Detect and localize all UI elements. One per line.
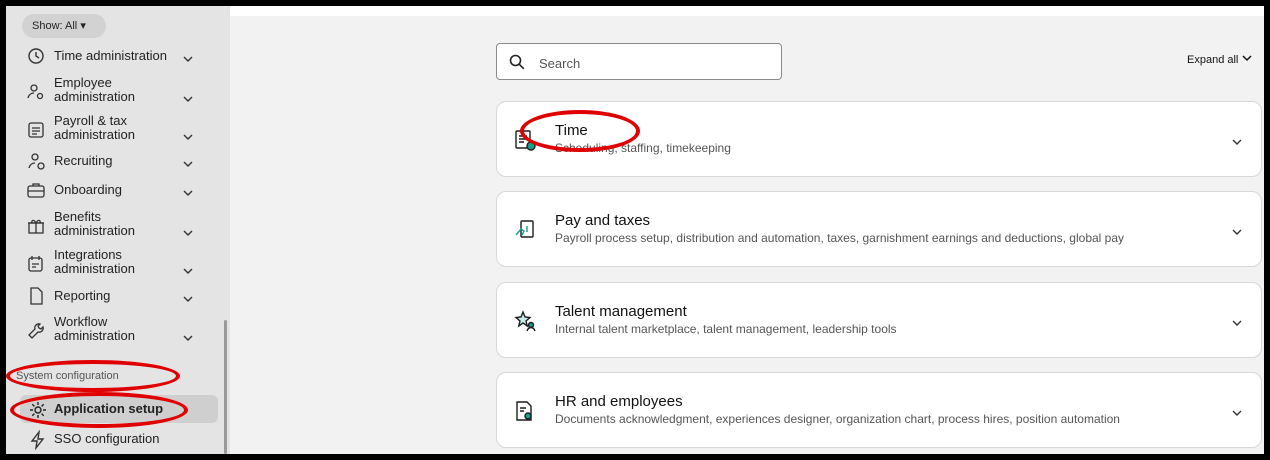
sidebar-item-application-setup[interactable]: Application setup bbox=[20, 395, 218, 423]
expand-all-button[interactable]: Expand all bbox=[1187, 53, 1252, 66]
card-pay-and-taxes[interactable]: Pay and taxes Payroll process setup, dis… bbox=[496, 191, 1262, 267]
card-subtitle: Internal talent marketplace, talent mana… bbox=[555, 322, 897, 336]
chevron-down-icon[interactable] bbox=[1231, 406, 1243, 418]
chevron-down-icon[interactable] bbox=[183, 91, 193, 102]
sidebar-item-label: Employee administration bbox=[54, 75, 135, 104]
chevron-down-icon[interactable] bbox=[183, 185, 193, 196]
file-icon bbox=[26, 286, 46, 306]
integrations-icon bbox=[26, 254, 46, 274]
sidebar-item-reporting[interactable]: Reporting bbox=[6, 286, 230, 306]
sidebar-item-benefits-administration[interactable]: Benefits administration bbox=[6, 210, 230, 240]
chevron-down-icon[interactable] bbox=[183, 225, 193, 236]
sidebar-item-label: Reporting bbox=[54, 288, 111, 303]
sidebar-item-payroll-tax[interactable]: Payroll & tax administration bbox=[6, 114, 230, 144]
sidebar-item-employee-administration[interactable]: Employee administration bbox=[6, 76, 230, 106]
card-title: Talent management bbox=[555, 303, 687, 320]
sidebar-item-recruiting[interactable]: Recruiting bbox=[6, 151, 230, 171]
sidebar-item-label: SSO configuration bbox=[54, 431, 160, 446]
show-filter-dropdown[interactable]: Show: All ▾ bbox=[22, 14, 106, 38]
sidebar-item-integrations-administration[interactable]: Integrations administration bbox=[6, 248, 230, 278]
card-title: Time bbox=[555, 122, 588, 139]
sidebar-item-label: Time administration bbox=[54, 48, 167, 63]
card-subtitle: Payroll process setup, distribution and … bbox=[555, 231, 1125, 245]
chevron-down-icon[interactable] bbox=[183, 156, 193, 167]
people-gear-icon bbox=[26, 82, 46, 102]
sidebar-item-onboarding[interactable]: Onboarding bbox=[6, 180, 230, 200]
card-hr-and-employees[interactable]: HR and employees Documents acknowledgmen… bbox=[496, 372, 1262, 448]
card-time[interactable]: Time Scheduling, staffing, timekeeping bbox=[496, 101, 1262, 177]
hr-document-icon bbox=[513, 399, 537, 423]
card-title: Pay and taxes bbox=[555, 212, 651, 229]
sidebar-item-label: Recruiting bbox=[54, 153, 113, 168]
sidebar-item-label: Onboarding bbox=[54, 182, 122, 197]
clock-admin-icon bbox=[26, 46, 46, 66]
gift-icon bbox=[26, 216, 46, 236]
chevron-down-icon[interactable] bbox=[183, 129, 193, 140]
sidebar-item-workflow-administration[interactable]: Workflow administration bbox=[6, 315, 230, 345]
card-title: HR and employees bbox=[555, 393, 683, 410]
app-frame: Show: All ▾ Time administration Employee… bbox=[6, 6, 1264, 454]
caret-down-icon: ▾ bbox=[80, 20, 86, 32]
sidebar-item-label: Payroll & tax administration bbox=[54, 113, 135, 142]
chevron-down-icon[interactable] bbox=[1231, 135, 1243, 147]
timesheet-icon bbox=[513, 128, 537, 152]
chevron-down-icon[interactable] bbox=[183, 263, 193, 274]
sidebar: Show: All ▾ Time administration Employee… bbox=[6, 6, 230, 454]
sidebar-item-label: Integrations administration bbox=[54, 247, 135, 276]
card-subtitle: Scheduling, staffing, timekeeping bbox=[555, 141, 731, 155]
gear-icon bbox=[28, 400, 46, 418]
sidebar-item-time-administration[interactable]: Time administration bbox=[6, 46, 230, 66]
hand-money-icon bbox=[513, 218, 537, 242]
chevron-down-icon[interactable] bbox=[1231, 225, 1243, 237]
payroll-document-icon bbox=[26, 120, 46, 140]
search-icon bbox=[509, 54, 525, 70]
wrench-icon bbox=[26, 321, 46, 341]
person-add-icon bbox=[26, 151, 46, 171]
chevron-down-icon[interactable] bbox=[1231, 316, 1243, 328]
search-box[interactable] bbox=[496, 43, 782, 80]
briefcase-icon bbox=[26, 180, 46, 200]
expand-all-label: Expand all bbox=[1187, 53, 1239, 66]
sidebar-item-sso-configuration[interactable]: SSO configuration bbox=[6, 428, 230, 451]
top-bar bbox=[230, 6, 1264, 16]
chevron-down-icon[interactable] bbox=[183, 291, 193, 302]
talent-star-icon bbox=[513, 309, 537, 333]
sidebar-scrollbar[interactable] bbox=[224, 320, 227, 454]
search-input[interactable] bbox=[537, 52, 771, 74]
section-label-system-configuration: System configuration bbox=[16, 370, 119, 382]
sidebar-item-label: Benefits administration bbox=[54, 209, 135, 238]
card-subtitle: Documents acknowledgment, experiences de… bbox=[555, 412, 1120, 426]
sidebar-item-label: Workflow administration bbox=[54, 314, 135, 343]
lightning-icon bbox=[28, 429, 46, 451]
sidebar-item-label: Application setup bbox=[54, 401, 164, 416]
show-filter-label: Show: All bbox=[32, 20, 78, 32]
chevron-down-icon[interactable] bbox=[183, 330, 193, 341]
chevron-down-icon bbox=[1242, 53, 1252, 66]
chevron-down-icon[interactable] bbox=[183, 51, 193, 62]
card-talent-management[interactable]: Talent management Internal talent market… bbox=[496, 282, 1262, 358]
